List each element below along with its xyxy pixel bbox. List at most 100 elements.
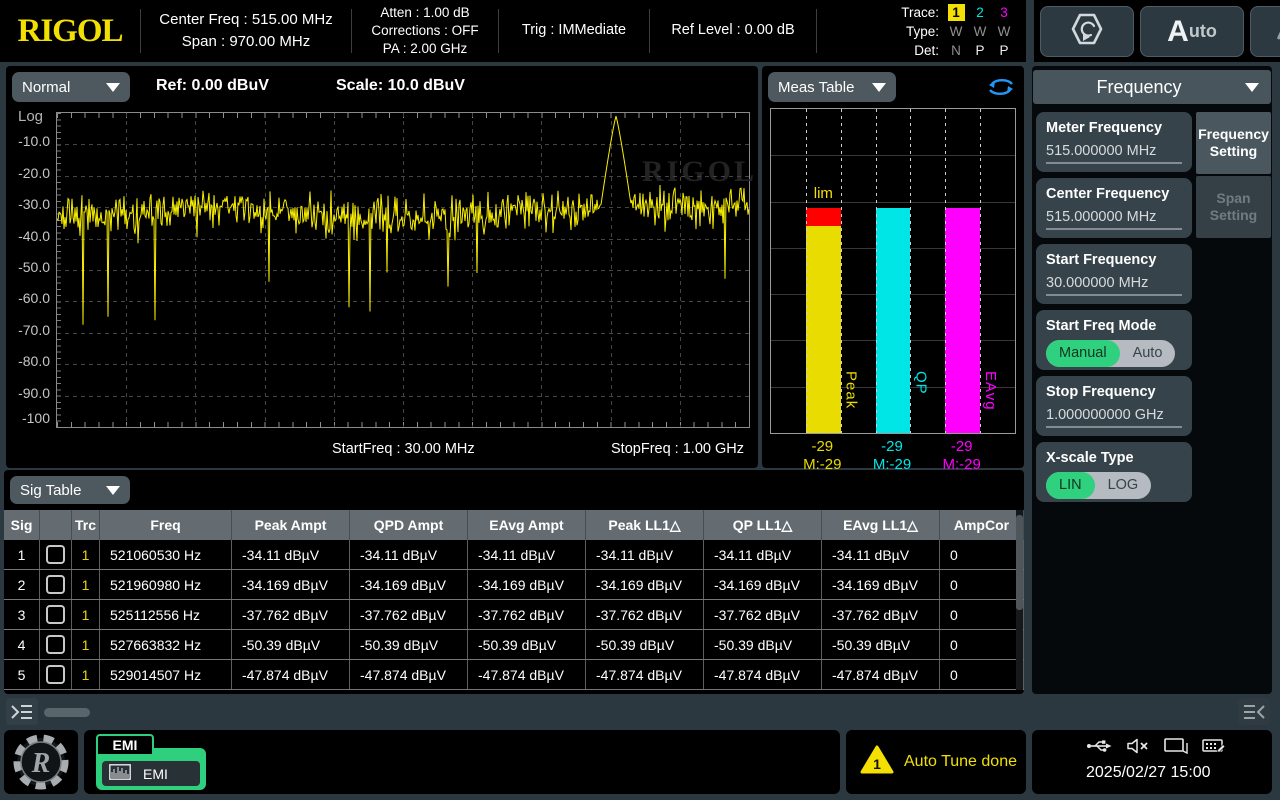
table-row[interactable]: 41527663832 Hz-50.39 dBµV-50.39 dBµV-50.… xyxy=(4,630,1024,660)
row-checkbox[interactable] xyxy=(46,605,65,624)
meter-frequency-card[interactable]: Meter Frequency 515.000000 MHz xyxy=(1036,112,1192,172)
refresh-icon[interactable] xyxy=(986,76,1016,103)
trace-3-badge[interactable]: 3 xyxy=(992,5,1016,20)
preset-button[interactable] xyxy=(1040,6,1134,57)
det-label: Det: xyxy=(893,43,939,58)
row-checkbox[interactable] xyxy=(46,665,65,684)
auto-tune-button[interactable]: Auto xyxy=(1140,6,1244,57)
y-axis-label: -80.0 xyxy=(6,353,50,369)
table-row[interactable]: 21521960980 Hz-34.169 dBµV-34.169 dBµV-3… xyxy=(4,570,1024,600)
system-gear-logo[interactable]: R xyxy=(4,730,78,794)
tab-frequency-setting[interactable]: Frequency Setting xyxy=(1196,112,1271,174)
sig-table-header-cell: QPD Ampt xyxy=(350,510,468,540)
sig-table-dropdown[interactable]: Sig Table xyxy=(10,476,130,504)
toggle-option-auto[interactable]: Auto xyxy=(1120,340,1176,367)
table-scrollbar[interactable] xyxy=(1016,510,1023,690)
trace-2-type: W xyxy=(968,24,992,39)
partial-hardkey-button[interactable] xyxy=(1250,6,1280,57)
table-cell: -34.11 dBµV xyxy=(350,540,468,569)
table-cell: -34.169 dBµV xyxy=(822,570,940,599)
center-frequency-card[interactable]: Center Frequency 515.000000 MHz xyxy=(1036,178,1192,238)
scrollbar-thumb[interactable] xyxy=(1016,515,1023,610)
table-row[interactable]: 11521060530 Hz-34.11 dBµV-34.11 dBµV-34.… xyxy=(4,540,1024,570)
start-frequency-card[interactable]: Start Frequency 30.000000 MHz xyxy=(1036,244,1192,304)
menu-header-dropdown[interactable]: Frequency xyxy=(1033,70,1271,104)
meas-grid-vertical xyxy=(910,109,911,433)
sig-table-panel: Sig Table SigTrcFreqPeak AmptQPD AmptEAv… xyxy=(4,470,1024,694)
usb-icon xyxy=(1086,738,1112,759)
detector-bar-eavg xyxy=(945,208,980,433)
trace-2-det: P xyxy=(968,43,992,58)
window-mode-dropdown[interactable]: Normal xyxy=(12,72,130,102)
svg-text:R: R xyxy=(31,748,51,779)
trace-1-badge[interactable]: 1 xyxy=(944,4,968,21)
row-trace-number: 1 xyxy=(72,630,100,659)
table-cell: -37.762 dBµV xyxy=(822,600,940,629)
emi-mode-item[interactable]: EMI xyxy=(102,761,200,786)
table-cell: -34.11 dBµV xyxy=(586,540,704,569)
table-cell: 521060530 Hz xyxy=(100,540,232,569)
row-trace-number: 1 xyxy=(72,570,100,599)
toggle-option-lin[interactable]: LIN xyxy=(1046,472,1095,499)
y-axis-type-label: Log xyxy=(18,108,43,125)
toggle-option-log[interactable]: LOG xyxy=(1095,472,1152,499)
window-mode-label: Normal xyxy=(22,79,70,96)
rigol-logo: RIGOL xyxy=(0,13,140,50)
checkbox-cell xyxy=(40,630,72,659)
table-cell: -34.169 dBµV xyxy=(468,570,586,599)
start-freq-mode-card: Start Freq Mode Manual Auto xyxy=(1036,310,1192,370)
partial-glyph xyxy=(1276,24,1280,40)
stop-frequency-card[interactable]: Stop Frequency 1.000000000 GHz xyxy=(1036,376,1192,436)
x-scale-type-card: X-scale Type LIN LOG xyxy=(1036,442,1192,502)
corrections-readout: Corrections : OFF xyxy=(352,22,498,40)
card-title: X-scale Type xyxy=(1046,450,1182,466)
row-index: 4 xyxy=(4,630,40,659)
row-checkbox[interactable] xyxy=(46,545,65,564)
spectrum-panel: Normal Ref: 0.00 dBuV Scale: 10.0 dBuV L… xyxy=(6,66,758,468)
card-value: 1.000000000 GHz xyxy=(1046,407,1182,428)
table-cell: -47.874 dBµV xyxy=(350,660,468,689)
mode-taskbar: EMI EMI xyxy=(84,730,840,794)
spectrum-comb-icon xyxy=(109,764,131,783)
checkbox-cell xyxy=(40,540,72,569)
detector-bar-values: -29M:-29 xyxy=(787,438,857,474)
trace-2-badge[interactable]: 2 xyxy=(968,5,992,20)
sig-table-header-cell xyxy=(40,510,72,540)
ref-level-label: Ref: 0.00 dBuV xyxy=(156,77,269,95)
table-row[interactable]: 31525112556 Hz-37.762 dBµV-37.762 dBµV-3… xyxy=(4,600,1024,630)
notification-text: Auto Tune done xyxy=(904,753,1017,771)
display-icon xyxy=(1164,738,1188,759)
table-cell: -34.169 dBµV xyxy=(350,570,468,599)
meas-grid-horizontal xyxy=(771,155,1015,156)
keyboard-icon xyxy=(1202,738,1226,759)
expand-menu-right-icon[interactable] xyxy=(1238,698,1270,725)
sig-table-header-cell: Peak Ampt xyxy=(232,510,350,540)
notification-box[interactable]: 1 Auto Tune done xyxy=(846,730,1026,794)
sig-table-header-cell: EAvg LL1△ xyxy=(822,510,940,540)
meas-table-dropdown[interactable]: Meas Table xyxy=(768,72,896,102)
detector-bar-value: -29 xyxy=(927,438,997,456)
detector-bar-value: -29 xyxy=(857,438,927,456)
detector-bar-name: Peak xyxy=(843,371,860,409)
y-axis-label: -60.0 xyxy=(6,290,50,306)
sig-table-header-cell: Trc xyxy=(72,510,100,540)
tab-span-setting[interactable]: Span Setting xyxy=(1196,176,1271,238)
table-cell: -37.762 dBµV xyxy=(704,600,822,629)
emi-mode-tab[interactable]: EMI xyxy=(96,734,154,756)
card-title: Center Frequency xyxy=(1046,186,1182,202)
toggle-option-manual[interactable]: Manual xyxy=(1046,340,1120,367)
table-cell: -37.762 dBµV xyxy=(586,600,704,629)
emi-mode-item-label: EMI xyxy=(143,766,168,782)
horizontal-scrollbar-thumb[interactable] xyxy=(44,708,90,717)
row-trace-number: 1 xyxy=(72,540,100,569)
expand-menu-left-icon[interactable] xyxy=(6,698,38,725)
row-checkbox[interactable] xyxy=(46,635,65,654)
card-value: 30.000000 MHz xyxy=(1046,275,1182,296)
meas-grid-vertical xyxy=(806,109,807,433)
trigger-readout: Trig : IMMediate xyxy=(499,20,649,41)
table-row[interactable]: 51529014507 Hz-47.874 dBµV-47.874 dBµV-4… xyxy=(4,660,1024,690)
chevron-down-icon xyxy=(106,83,120,92)
row-checkbox[interactable] xyxy=(46,575,65,594)
table-cell: 0 xyxy=(940,600,1024,629)
type-label: Type: xyxy=(893,24,939,39)
